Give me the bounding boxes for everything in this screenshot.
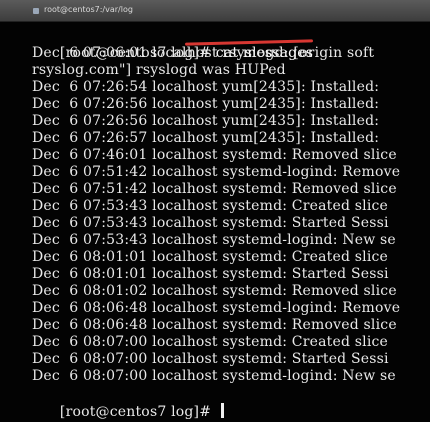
log-line: Dec 6 08:07:00 localhost systemd: Create… (32, 334, 389, 350)
log-line: rsyslog.com"] rsyslogd was HUPed (32, 62, 286, 78)
terminal-output[interactable]: [root@centos7 log]# cat messages Dec 6 0… (0, 22, 430, 422)
log-line: Dec 6 07:26:56 localhost yum[2435]: Inst… (32, 96, 380, 112)
shell-prompt: [root@centos7 log]# (59, 404, 216, 420)
log-line: Dec 6 07:26:56 localhost yum[2435]: Inst… (32, 113, 380, 129)
log-line: Dec 6 07:46:01 localhost systemd: Remove… (32, 147, 397, 163)
log-line: Dec 6 07:06:01 localhost rsyslogd: [orig… (32, 45, 375, 61)
log-line: Dec 6 08:07:00 localhost systemd-logind:… (32, 368, 396, 384)
log-line: Dec 6 08:01:01 localhost systemd: Starte… (32, 266, 389, 282)
log-line: Dec 6 07:53:43 localhost systemd-logind:… (32, 232, 396, 248)
log-line: Dec 6 08:06:48 localhost systemd-logind:… (32, 300, 401, 316)
log-line: Dec 6 07:53:43 localhost systemd: Create… (32, 198, 389, 214)
window-title: root@centos7:/var/log (44, 5, 133, 14)
log-line: Dec 6 08:01:02 localhost systemd: Remove… (32, 283, 397, 299)
log-line: Dec 6 08:01:01 localhost systemd: Create… (32, 249, 389, 265)
log-line: Dec 6 08:06:48 localhost systemd: Remove… (32, 317, 397, 333)
current-prompt-line[interactable]: [root@centos7 log]# (32, 386, 224, 422)
log-line: Dec 6 08:07:00 localhost systemd: Starte… (32, 351, 389, 367)
terminal-icon (33, 8, 39, 14)
log-line: Dec 6 07:51:42 localhost systemd: Remove… (32, 181, 397, 197)
log-line: Dec 6 07:51:42 localhost systemd-logind:… (32, 164, 401, 180)
terminal-window: root@centos7:/var/log [root@centos7 log]… (0, 0, 430, 422)
log-line: Dec 6 07:53:43 localhost systemd: Starte… (32, 215, 389, 231)
text-cursor (220, 403, 224, 418)
log-line: Dec 6 07:26:57 localhost yum[2435]: Inst… (32, 130, 380, 146)
window-titlebar[interactable]: root@centos7:/var/log (0, 0, 430, 22)
log-line: Dec 6 07:26:54 localhost yum[2435]: Inst… (32, 79, 380, 95)
